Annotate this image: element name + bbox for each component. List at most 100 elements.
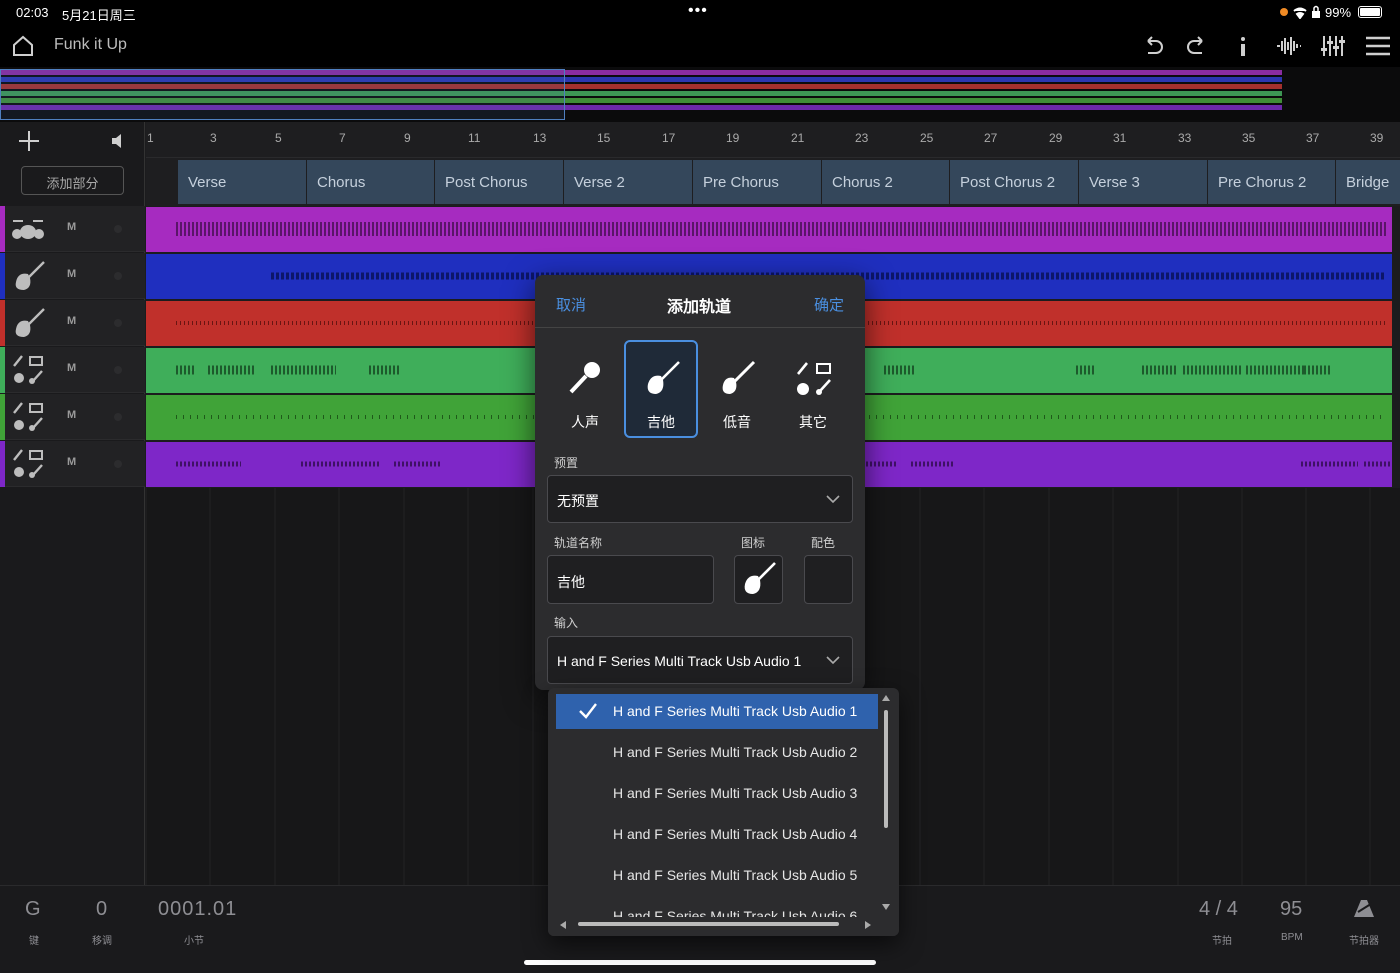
battery-icon (1358, 6, 1382, 18)
scroll-right-arrow-icon[interactable] (864, 920, 872, 930)
mute-button[interactable]: M (67, 456, 76, 468)
track-name-value: 吉他 (557, 574, 585, 590)
vertical-scrollbar[interactable] (884, 710, 888, 828)
tempo-value[interactable]: 95 (1280, 898, 1302, 921)
solo-indicator[interactable] (114, 272, 122, 280)
section-lane: Verse Chorus Post Chorus Verse 2 Pre Cho… (146, 158, 1400, 206)
ruler-tick: 25 (920, 131, 934, 145)
section-block[interactable]: Verse (177, 160, 306, 204)
chevron-down-icon (826, 495, 840, 504)
info-icon[interactable] (1236, 35, 1250, 57)
track-name-label: 轨道名称 (554, 536, 603, 550)
input-option[interactable]: H and F Series Multi Track Usb Audio 2 (556, 735, 878, 770)
solo-indicator[interactable] (114, 366, 122, 374)
overview-viewport[interactable] (0, 69, 565, 120)
redo-icon[interactable] (1186, 35, 1208, 57)
input-option[interactable]: H and F Series Multi Track Usb Audio 6 (556, 899, 878, 917)
mute-button[interactable]: M (67, 315, 76, 327)
transpose-value[interactable]: 0 (96, 898, 107, 921)
track-header-4[interactable]: M (0, 347, 145, 393)
track-color-bar (0, 300, 5, 346)
icon-label: 图标 (741, 536, 766, 550)
color-picker-button[interactable] (804, 555, 853, 604)
input-select[interactable]: H and F Series Multi Track Usb Audio 1 (547, 636, 853, 684)
preset-select[interactable]: 无预置 (547, 475, 853, 523)
audio-waveform (176, 222, 1386, 236)
input-option[interactable]: H and F Series Multi Track Usb Audio 1 (556, 694, 878, 729)
section-block[interactable]: Chorus 2 (821, 160, 949, 204)
track-color-bar (0, 206, 5, 252)
ruler-tick: 9 (404, 131, 411, 145)
mute-button[interactable]: M (67, 362, 76, 374)
scroll-left-arrow-icon[interactable] (559, 920, 567, 930)
key-value[interactable]: G (25, 898, 41, 921)
scroll-up-arrow-icon[interactable] (881, 694, 891, 702)
track-header-5[interactable]: M (0, 394, 145, 440)
divider (535, 327, 865, 328)
ruler-tick: 27 (984, 131, 998, 145)
speaker-icon[interactable] (110, 133, 126, 149)
track-header-2[interactable]: M (0, 253, 145, 299)
section-block[interactable]: Pre Chorus 2 (1207, 160, 1335, 204)
microphone-icon (569, 362, 600, 394)
time-signature-value[interactable]: 4 / 4 (1199, 898, 1238, 921)
wifi-icon (1293, 7, 1307, 19)
position-value[interactable]: 0001.01 (158, 898, 237, 921)
input-option[interactable]: H and F Series Multi Track Usb Audio 4 (556, 817, 878, 852)
category-guitar[interactable]: 吉他 (624, 340, 698, 438)
track-header-1[interactable]: M (0, 206, 145, 252)
track-color-bar (0, 394, 5, 440)
category-bass[interactable]: 低音 (700, 340, 774, 438)
arrangement-overview[interactable] (0, 67, 1400, 122)
song-title[interactable]: Funk it Up (54, 36, 127, 54)
section-block[interactable]: Post Chorus 2 (949, 160, 1078, 204)
preset-value: 无预置 (557, 493, 599, 509)
section-block[interactable]: Bridge (1335, 160, 1400, 204)
undo-icon[interactable] (1142, 35, 1164, 57)
metronome-icon[interactable] (1352, 898, 1376, 918)
track-header-3[interactable]: M (0, 300, 145, 346)
track-lane-1[interactable] (146, 207, 1392, 252)
multitask-dots-icon[interactable]: ••• (688, 2, 708, 20)
mute-button[interactable]: M (67, 268, 76, 280)
cancel-button[interactable]: 取消 (556, 294, 586, 315)
add-track-icon[interactable] (18, 130, 40, 152)
ruler-tick: 15 (597, 131, 611, 145)
category-vocal[interactable]: 人声 (548, 340, 622, 438)
mixer-icon[interactable] (1320, 34, 1346, 58)
icon-picker-button[interactable] (734, 555, 783, 604)
bar-ruler[interactable]: 1 3 5 7 9 11 13 15 17 19 21 23 25 27 29 … (146, 122, 1400, 158)
add-section-button[interactable]: 添加部分 (21, 166, 124, 195)
section-block[interactable]: Chorus (306, 160, 434, 204)
scroll-down-arrow-icon[interactable] (881, 903, 891, 911)
solo-indicator[interactable] (114, 225, 122, 233)
preset-label: 预置 (554, 456, 579, 470)
mute-button[interactable]: M (67, 409, 76, 421)
category-other[interactable]: 其它 (776, 340, 850, 438)
input-option[interactable]: H and F Series Multi Track Usb Audio 5 (556, 858, 878, 893)
input-option-label: H and F Series Multi Track Usb Audio 5 (613, 867, 858, 883)
guitar-icon (15, 308, 45, 337)
section-block[interactable]: Pre Chorus (692, 160, 821, 204)
battery-percent: 99% (1325, 5, 1352, 20)
section-block[interactable]: Verse 2 (563, 160, 692, 204)
ruler-tick: 7 (339, 131, 346, 145)
waveform-icon[interactable] (1276, 35, 1302, 57)
home-icon[interactable] (12, 35, 34, 57)
mute-button[interactable]: M (67, 221, 76, 233)
horizontal-scrollbar[interactable] (578, 922, 839, 926)
solo-indicator[interactable] (114, 319, 122, 327)
other-instruments-icon (796, 362, 831, 395)
solo-indicator[interactable] (114, 413, 122, 421)
confirm-button[interactable]: 确定 (814, 294, 844, 315)
track-header-6[interactable]: M (0, 441, 145, 487)
track-name-input[interactable]: 吉他 (547, 555, 714, 604)
menu-icon[interactable] (1365, 36, 1391, 56)
input-option[interactable]: H and F Series Multi Track Usb Audio 3 (556, 776, 878, 811)
category-label: 吉他 (647, 414, 675, 430)
track-color-bar (0, 253, 5, 299)
category-label: 其它 (799, 414, 827, 430)
section-block[interactable]: Post Chorus (434, 160, 563, 204)
solo-indicator[interactable] (114, 460, 122, 468)
section-block[interactable]: Verse 3 (1078, 160, 1207, 204)
